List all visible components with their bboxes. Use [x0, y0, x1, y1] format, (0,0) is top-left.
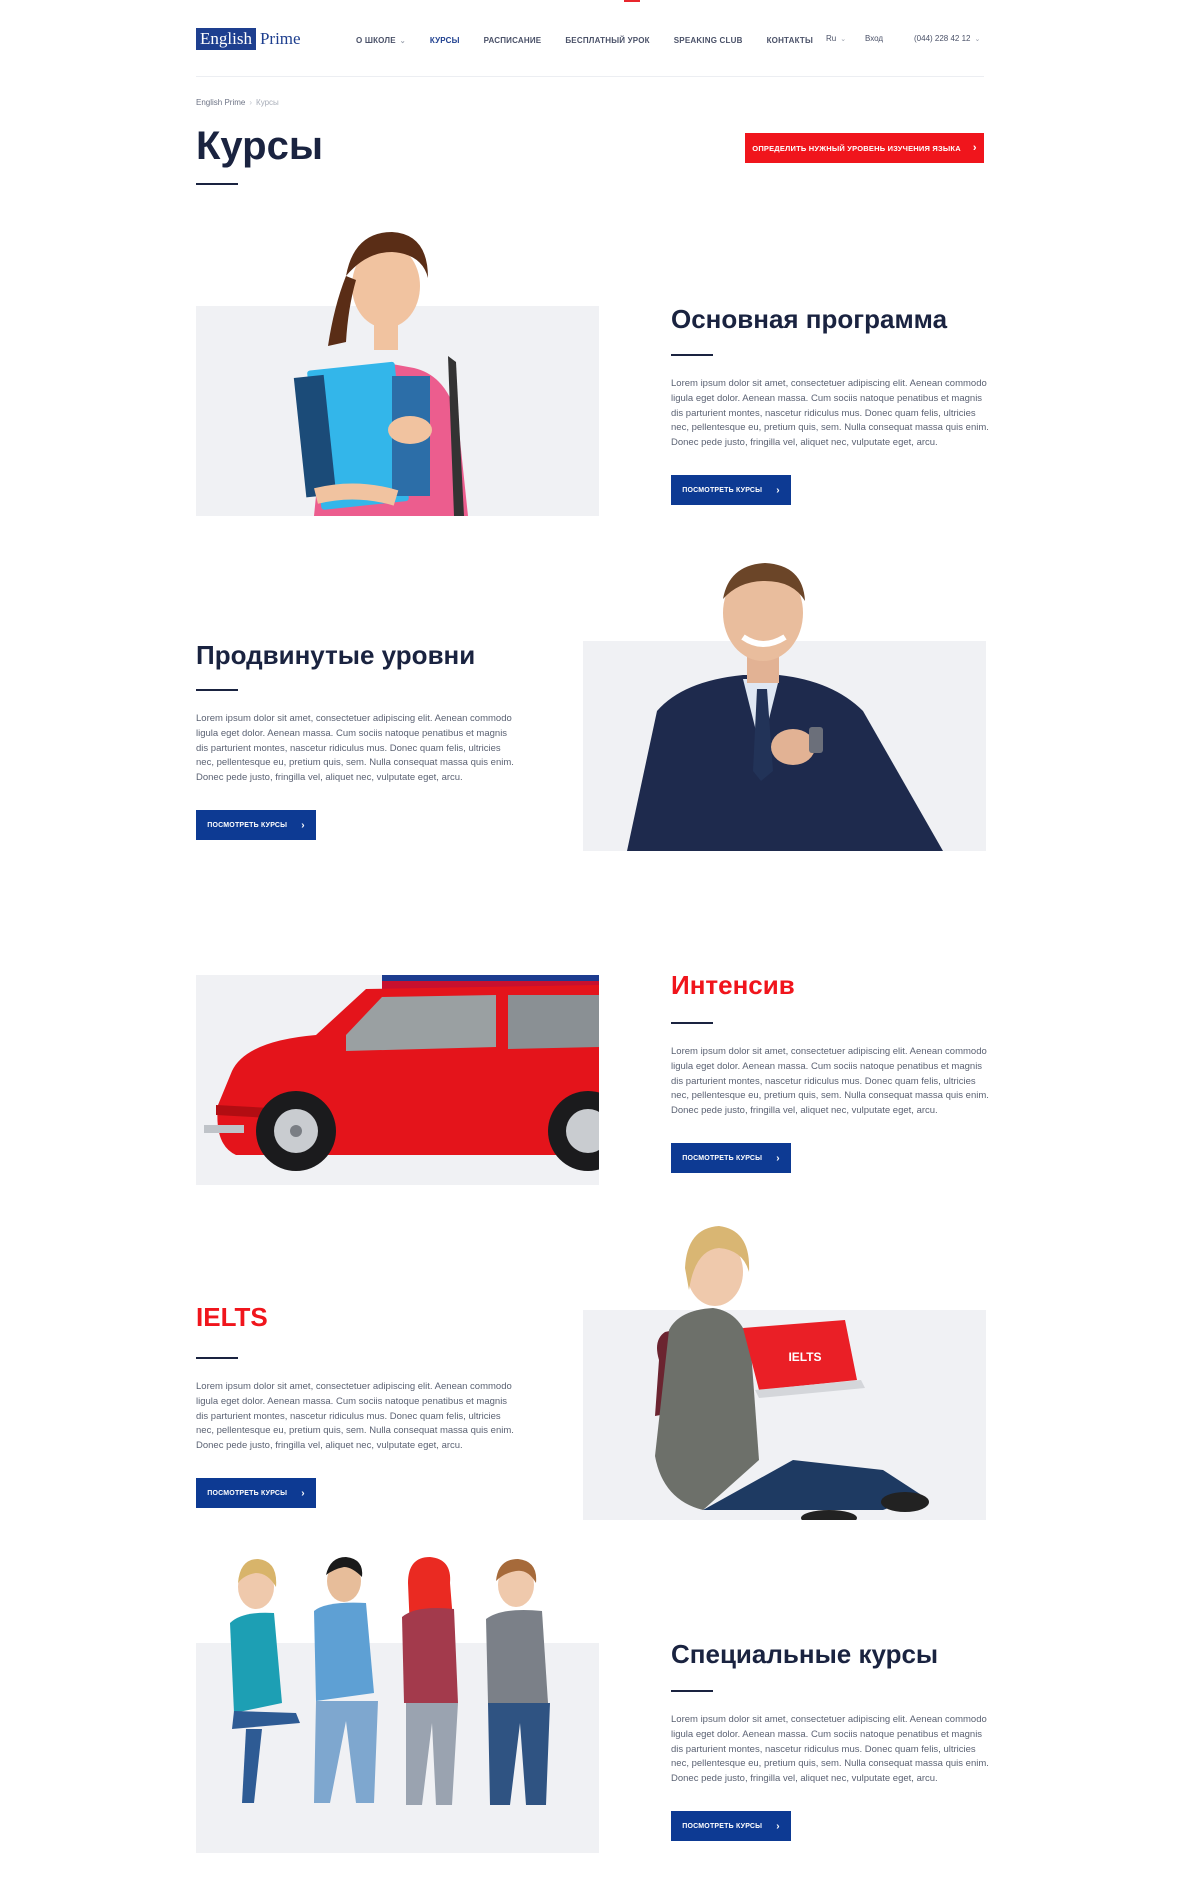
chevron-right-icon: ›: [776, 1152, 780, 1164]
red-mini-car-image: [204, 975, 599, 1171]
course-title: Специальные курсы: [671, 1639, 939, 1669]
course-divider: [671, 1022, 713, 1024]
language-selector[interactable]: Ru ⌄: [826, 34, 846, 43]
view-courses-label: Посмотреть курсы: [682, 486, 763, 494]
course-image-panel: [196, 975, 599, 1185]
student-girl-with-folders-image: [293, 232, 468, 516]
course-description: Lorem ipsum dolor sit amet, consectetuer…: [671, 378, 989, 449]
course-title: IELTS: [196, 1302, 268, 1332]
view-courses-button[interactable]: Посмотреть курсы ›: [196, 1478, 316, 1508]
course-description: Lorem ipsum dolor sit amet, consectetuer…: [196, 1381, 514, 1452]
breadcrumb-home[interactable]: English Prime: [196, 98, 245, 107]
logo[interactable]: English Prime: [196, 28, 301, 50]
nav-courses[interactable]: Курсы: [430, 36, 460, 45]
nav-speaking-club[interactable]: Speaking club: [674, 36, 743, 45]
chevron-right-icon: ›: [776, 1820, 780, 1832]
laptop-ielts-label: IELTS: [788, 1350, 821, 1364]
course-image-panel: [583, 563, 986, 851]
course-image-panel: IELTS: [583, 1226, 986, 1520]
course-divider: [671, 1690, 713, 1692]
breadcrumb-separator: ›: [249, 98, 253, 107]
view-courses-button[interactable]: Посмотреть курсы ›: [671, 1811, 791, 1841]
determine-level-button[interactable]: Определить нужный уровень изучения языка…: [745, 133, 984, 163]
breadcrumb: English Prime › Курсы: [196, 98, 279, 107]
view-courses-label: Посмотреть курсы: [207, 821, 288, 829]
main-nav: О школе ⌄ Курсы Расписание Бесплатный уро…: [356, 36, 837, 45]
group-of-students-image: [230, 1557, 550, 1805]
woman-with-laptop-image: IELTS: [655, 1226, 929, 1520]
logo-english: English: [196, 28, 256, 50]
phone-number: (044) 228 42 12: [914, 34, 971, 43]
course-image-panel: [196, 232, 599, 516]
nav-about[interactable]: О школе ⌄: [356, 36, 406, 45]
course-title: Основная программа: [671, 304, 948, 334]
determine-level-label: Определить нужный уровень изучения языка: [752, 143, 961, 153]
course-divider: [196, 1357, 238, 1359]
nav-schedule[interactable]: Расписание: [484, 36, 542, 45]
course-description: Lorem ipsum dolor sit amet, consectetuer…: [671, 1046, 989, 1117]
breadcrumb-current: Курсы: [256, 98, 279, 107]
course-divider: [196, 689, 238, 691]
active-nav-indicator: [624, 0, 640, 2]
chevron-down-icon: ⌄: [399, 38, 406, 45]
businessman-in-suit-image: [627, 563, 943, 851]
language-label: Ru: [826, 34, 837, 43]
nav-about-label: О школе: [356, 36, 396, 45]
course-image-panel: [196, 1557, 599, 1853]
view-courses-label: Посмотреть курсы: [207, 1489, 288, 1497]
page-title: Курсы: [196, 124, 323, 168]
nav-contacts[interactable]: Контакты: [767, 36, 813, 45]
course-divider: [671, 354, 713, 356]
course-title: Продвинутые уровни: [196, 640, 476, 670]
view-courses-button[interactable]: Посмотреть курсы ›: [196, 810, 316, 840]
chevron-right-icon: ›: [972, 142, 977, 154]
site-header: English Prime О школе ⌄ Курсы Расписание …: [196, 0, 984, 77]
phone-selector[interactable]: (044) 228 42 12 ⌄: [914, 34, 980, 43]
login-link[interactable]: Вход: [865, 34, 883, 43]
view-courses-label: Посмотреть курсы: [682, 1822, 763, 1830]
course-title: Интенсив: [671, 970, 795, 1000]
chevron-down-icon: ⌄: [840, 36, 847, 43]
view-courses-button[interactable]: Посмотреть курсы ›: [671, 475, 791, 505]
logo-prime: Prime: [259, 29, 301, 48]
chevron-right-icon: ›: [776, 484, 780, 496]
chevron-right-icon: ›: [301, 819, 305, 831]
course-description: Lorem ipsum dolor sit amet, consectetuer…: [196, 713, 514, 784]
nav-free-lesson[interactable]: Бесплатный урок: [565, 36, 649, 45]
chevron-down-icon: ⌄: [974, 36, 981, 43]
view-courses-label: Посмотреть курсы: [682, 1154, 763, 1162]
course-description: Lorem ipsum dolor sit amet, consectetuer…: [671, 1714, 989, 1785]
chevron-right-icon: ›: [301, 1487, 305, 1499]
view-courses-button[interactable]: Посмотреть курсы ›: [671, 1143, 791, 1173]
title-divider: [196, 183, 238, 185]
